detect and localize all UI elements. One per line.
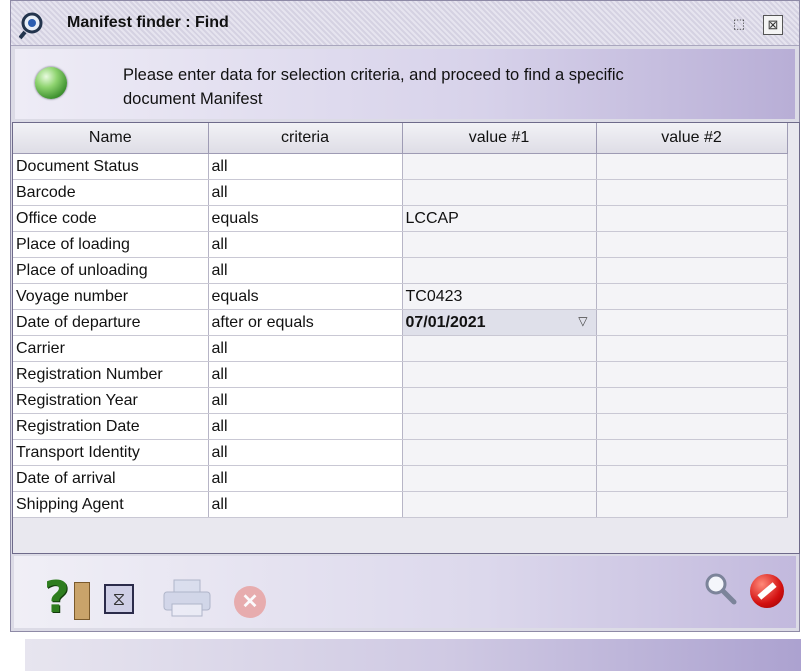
row-criteria-cell[interactable]: equals bbox=[208, 205, 403, 232]
row-value2-cell[interactable] bbox=[596, 335, 788, 362]
row-criteria-cell[interactable]: equals bbox=[208, 283, 403, 310]
row-name-cell[interactable]: Transport Identity bbox=[13, 439, 209, 466]
row-value1-cell[interactable] bbox=[402, 465, 597, 492]
row-value2-cell[interactable] bbox=[596, 257, 788, 284]
header-row: Name criteria value #1 value #2 bbox=[13, 123, 788, 154]
instruction-line-2: document Manifest bbox=[123, 90, 263, 108]
row-criteria-cell[interactable]: all bbox=[208, 361, 403, 388]
row-criteria-cell[interactable]: all bbox=[208, 231, 403, 258]
table-row[interactable]: Place of unloading all bbox=[13, 257, 788, 284]
print-icon[interactable] bbox=[160, 578, 220, 618]
table-row[interactable]: Barcode all bbox=[13, 179, 788, 206]
row-value1-cell[interactable] bbox=[402, 387, 597, 414]
chevron-down-icon[interactable]: ▽ bbox=[578, 314, 587, 328]
row-name-cell[interactable]: Carrier bbox=[13, 335, 209, 362]
row-criteria-cell[interactable]: all bbox=[208, 491, 403, 518]
table-row[interactable]: Voyage number equals TC0423 bbox=[13, 283, 788, 310]
row-name-cell[interactable]: Shipping Agent bbox=[13, 491, 209, 518]
table-row[interactable]: Transport Identity all bbox=[13, 439, 788, 466]
status-orb-icon bbox=[35, 67, 67, 99]
row-value2-cell[interactable] bbox=[596, 465, 788, 492]
window-title: Manifest finder : Find bbox=[67, 14, 229, 31]
row-name-cell[interactable]: Place of unloading bbox=[13, 257, 209, 284]
instruction-line-1: Please enter data for selection criteria… bbox=[123, 66, 624, 84]
row-name-cell[interactable]: Date of arrival bbox=[13, 465, 209, 492]
row-value2-cell[interactable] bbox=[596, 283, 788, 310]
row-value1-cell[interactable] bbox=[402, 439, 597, 466]
row-value1-cell[interactable] bbox=[402, 153, 597, 180]
row-name-cell[interactable]: Registration Number bbox=[13, 361, 209, 388]
table-row[interactable]: Date of arrival all bbox=[13, 465, 788, 492]
row-name-cell[interactable]: Registration Date bbox=[13, 413, 209, 440]
restore-window-icon[interactable]: ⬚ bbox=[729, 15, 749, 35]
row-value1-cell[interactable]: LCCAP bbox=[402, 205, 597, 232]
row-name-cell[interactable]: Date of departure bbox=[13, 309, 209, 336]
row-value1-cell[interactable] bbox=[402, 179, 597, 206]
row-criteria-cell[interactable]: all bbox=[208, 179, 403, 206]
criteria-table: Name criteria value #1 value #2 Document… bbox=[13, 123, 788, 518]
row-value2-cell[interactable] bbox=[596, 361, 788, 388]
row-value2-cell[interactable] bbox=[596, 439, 788, 466]
table-row[interactable]: Document Status all bbox=[13, 153, 788, 180]
row-name-cell[interactable]: Registration Year bbox=[13, 387, 209, 414]
row-value2-cell[interactable] bbox=[596, 309, 788, 336]
column-header-name[interactable]: Name bbox=[13, 123, 209, 154]
row-criteria-cell[interactable]: all bbox=[208, 413, 403, 440]
row-name-cell[interactable]: Barcode bbox=[13, 179, 209, 206]
row-criteria-cell[interactable]: all bbox=[208, 465, 403, 492]
row-name-cell[interactable]: Document Status bbox=[13, 153, 209, 180]
table-row[interactable]: Registration Date all bbox=[13, 413, 788, 440]
table-row[interactable]: Shipping Agent all bbox=[13, 491, 788, 518]
row-criteria-cell[interactable]: all bbox=[208, 153, 403, 180]
row-value2-cell[interactable] bbox=[596, 205, 788, 232]
magnifier-app-icon bbox=[19, 12, 43, 40]
criteria-grid: Name criteria value #1 value #2 Document… bbox=[12, 122, 801, 671]
maximize-window-icon[interactable]: ⊠ bbox=[763, 15, 783, 35]
column-header-criteria[interactable]: criteria bbox=[208, 123, 403, 154]
row-criteria-cell[interactable]: all bbox=[208, 387, 403, 414]
table-row[interactable]: Date of departure after or equals 07/01/20… bbox=[13, 309, 788, 336]
row-value1-cell[interactable] bbox=[402, 257, 597, 284]
row-name-cell[interactable]: Place of loading bbox=[13, 231, 209, 258]
row-value2-cell[interactable] bbox=[596, 491, 788, 518]
title-bar: Manifest finder : Find ⬚ ⊠ bbox=[11, 1, 799, 46]
cancel-icon[interactable]: ✕ bbox=[234, 586, 266, 618]
grid-footer-band bbox=[25, 639, 801, 671]
row-value2-cell[interactable] bbox=[596, 153, 788, 180]
row-criteria-cell[interactable]: after or equals bbox=[208, 309, 403, 336]
row-value2-cell[interactable] bbox=[596, 231, 788, 258]
instruction-text: Please enter data for selection criteria… bbox=[123, 63, 763, 111]
table-row[interactable]: Registration Number all bbox=[13, 361, 788, 388]
row-criteria-cell[interactable]: all bbox=[208, 439, 403, 466]
action-toolbar: ? ⧖ ✕ bbox=[14, 556, 796, 628]
table-row[interactable]: Place of loading all bbox=[13, 231, 788, 258]
row-value1-cell[interactable] bbox=[402, 413, 597, 440]
row-name-cell[interactable]: Voyage number bbox=[13, 283, 209, 310]
help-book-icon bbox=[74, 582, 90, 620]
row-value2-cell[interactable] bbox=[596, 179, 788, 206]
stop-icon[interactable] bbox=[750, 574, 784, 608]
column-header-value2[interactable]: value #2 bbox=[596, 123, 788, 154]
table-row[interactable]: Registration Year all bbox=[13, 387, 788, 414]
row-name-cell[interactable]: Office code bbox=[13, 205, 209, 232]
departure-date-field[interactable]: 07/01/2021 ▽ bbox=[402, 309, 597, 336]
help-icon[interactable]: ? bbox=[44, 576, 90, 622]
row-value1-cell[interactable] bbox=[402, 491, 597, 518]
column-header-value1[interactable]: value #1 bbox=[402, 123, 597, 154]
row-value1-cell[interactable] bbox=[402, 231, 597, 258]
stop-bar bbox=[757, 582, 777, 600]
instruction-header: Please enter data for selection criteria… bbox=[15, 49, 795, 119]
row-criteria-cell[interactable]: all bbox=[208, 257, 403, 284]
row-value2-cell[interactable] bbox=[596, 387, 788, 414]
table-row[interactable]: Office code equals LCCAP bbox=[13, 205, 788, 232]
row-value1-cell[interactable] bbox=[402, 361, 597, 388]
row-value1-cell[interactable] bbox=[402, 335, 597, 362]
clear-filter-icon[interactable]: ⧖ bbox=[104, 584, 134, 614]
row-value1-cell[interactable]: TC0423 bbox=[402, 283, 597, 310]
table-row[interactable]: Carrier all bbox=[13, 335, 788, 362]
row-value2-cell[interactable] bbox=[596, 413, 788, 440]
row-criteria-cell[interactable]: all bbox=[208, 335, 403, 362]
search-icon[interactable] bbox=[702, 570, 738, 606]
